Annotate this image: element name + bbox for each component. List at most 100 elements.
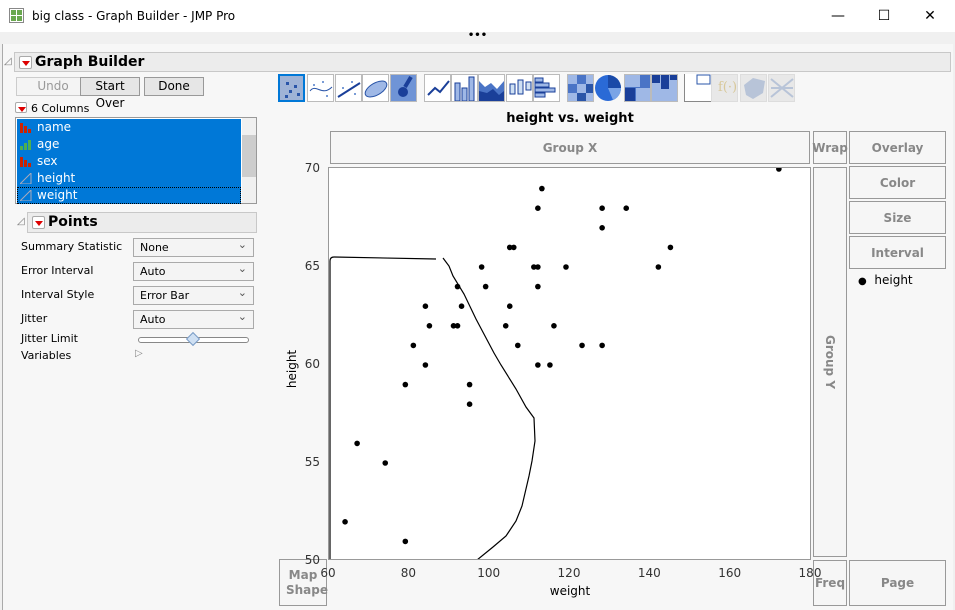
data-point[interactable] — [514, 342, 521, 349]
contour-icon[interactable] — [390, 74, 417, 102]
scrollbar-thumb[interactable] — [242, 135, 256, 177]
treemap-icon[interactable] — [624, 74, 651, 102]
ellipse-icon[interactable] — [362, 74, 389, 102]
data-point[interactable] — [466, 381, 473, 388]
points-icon[interactable] — [278, 74, 305, 102]
column-item-age[interactable]: age — [17, 136, 241, 153]
mosaic-icon[interactable] — [651, 74, 678, 102]
data-point[interactable] — [478, 264, 485, 270]
column-item-weight[interactable]: weight — [17, 187, 241, 204]
data-point[interactable] — [410, 342, 417, 349]
points-title: Points — [48, 214, 98, 230]
data-point[interactable] — [547, 362, 553, 368]
data-point[interactable] — [563, 264, 569, 270]
graph-builder-header: Graph Builder — [14, 52, 951, 72]
plot-area[interactable] — [328, 167, 811, 560]
data-point[interactable] — [454, 283, 461, 290]
data-point[interactable] — [535, 264, 541, 270]
heatmap-icon[interactable] — [567, 74, 594, 102]
page-zone[interactable]: Page — [849, 560, 946, 606]
red-triangle-menu-icon[interactable] — [19, 56, 32, 69]
data-point[interactable] — [422, 362, 429, 368]
area-icon[interactable] — [478, 74, 505, 102]
data-point[interactable] — [599, 205, 605, 211]
line-icon[interactable] — [424, 74, 451, 102]
columns-list[interactable]: name age sex height weight — [15, 117, 257, 204]
pie-icon[interactable] — [595, 74, 622, 102]
error-interval-dropdown[interactable]: Auto — [133, 260, 254, 281]
column-item-height[interactable]: height — [17, 170, 241, 187]
overlay-zone[interactable]: Overlay — [849, 131, 946, 164]
formula-icon: f(·) — [711, 74, 738, 102]
histogram-icon[interactable] — [533, 74, 560, 102]
minimize-button[interactable]: — — [815, 0, 861, 32]
data-point[interactable] — [402, 538, 409, 545]
size-zone[interactable]: Size — [849, 201, 946, 234]
interval-style-dropdown[interactable]: Error Bar — [133, 284, 254, 305]
data-point[interactable] — [402, 381, 409, 388]
points-layer — [342, 167, 782, 545]
data-point[interactable] — [342, 519, 348, 525]
data-point[interactable] — [655, 264, 662, 270]
data-point[interactable] — [776, 167, 782, 172]
ordinal-icon — [20, 140, 31, 150]
x-tick-label: 140 — [637, 566, 661, 580]
done-button[interactable]: Done — [144, 77, 204, 96]
map-shapes-icon — [740, 74, 767, 102]
interval-zone[interactable]: Interval — [849, 236, 946, 269]
data-point[interactable] — [667, 244, 674, 251]
data-point[interactable] — [482, 283, 489, 290]
caption-box-icon[interactable] — [684, 74, 711, 102]
undo-button[interactable]: Undo — [16, 77, 90, 96]
data-point[interactable] — [382, 460, 389, 466]
line-of-fit-icon[interactable] — [335, 74, 362, 102]
disclosure-icon[interactable]: ◿ — [4, 56, 12, 67]
data-point[interactable] — [510, 244, 517, 251]
data-point[interactable] — [623, 205, 630, 211]
y-tick-label: 65 — [304, 259, 320, 273]
data-point[interactable] — [466, 401, 473, 407]
columns-scrollbar[interactable] — [242, 118, 256, 203]
color-zone[interactable]: Color — [849, 166, 946, 199]
group-x-zone[interactable]: Group X — [330, 131, 810, 164]
data-point[interactable] — [579, 342, 585, 349]
column-name: weight — [37, 188, 78, 202]
column-item-name[interactable]: name — [17, 119, 241, 136]
data-point[interactable] — [454, 323, 461, 329]
continuous-icon — [20, 173, 32, 184]
column-item-sex[interactable]: sex — [17, 153, 241, 170]
maximize-button[interactable]: ☐ — [861, 0, 907, 32]
group-y-zone[interactable]: Group Y — [813, 167, 847, 557]
data-point[interactable] — [535, 205, 541, 211]
data-point[interactable] — [599, 225, 605, 231]
columns-menu-icon[interactable] — [15, 102, 27, 113]
data-point[interactable] — [599, 342, 605, 349]
legend-label: height — [874, 273, 913, 287]
data-point[interactable] — [354, 440, 360, 447]
data-point[interactable] — [506, 303, 513, 309]
data-point[interactable] — [551, 323, 557, 329]
more-handle[interactable]: ••• — [0, 31, 955, 44]
summary-statistic-dropdown[interactable]: None — [133, 236, 254, 257]
y-tick-label: 60 — [304, 357, 320, 371]
close-button[interactable]: ✕ — [907, 0, 953, 32]
jitter-dropdown[interactable]: Auto — [133, 308, 254, 329]
data-point[interactable] — [535, 362, 541, 368]
disclosure-icon[interactable]: ◿ — [17, 216, 25, 227]
data-point[interactable] — [458, 303, 465, 309]
red-triangle-menu-icon[interactable] — [32, 216, 45, 229]
data-point[interactable] — [426, 323, 433, 329]
legend-item[interactable]: ● height — [858, 273, 913, 287]
drawn-shape — [329, 256, 536, 559]
variables-disclosure-icon[interactable]: ▷ — [135, 348, 143, 359]
wrap-zone[interactable]: Wrap — [812, 131, 848, 164]
smoother-icon[interactable] — [307, 74, 334, 102]
data-point[interactable] — [535, 283, 541, 290]
data-point[interactable] — [502, 323, 509, 329]
start-over-button[interactable]: Start Over — [80, 77, 140, 110]
jitter-label: Jitter — [21, 312, 48, 325]
data-point[interactable] — [422, 303, 429, 309]
bar-icon[interactable] — [451, 74, 478, 102]
data-point[interactable] — [539, 185, 545, 192]
box-plot-icon[interactable] — [506, 74, 533, 102]
